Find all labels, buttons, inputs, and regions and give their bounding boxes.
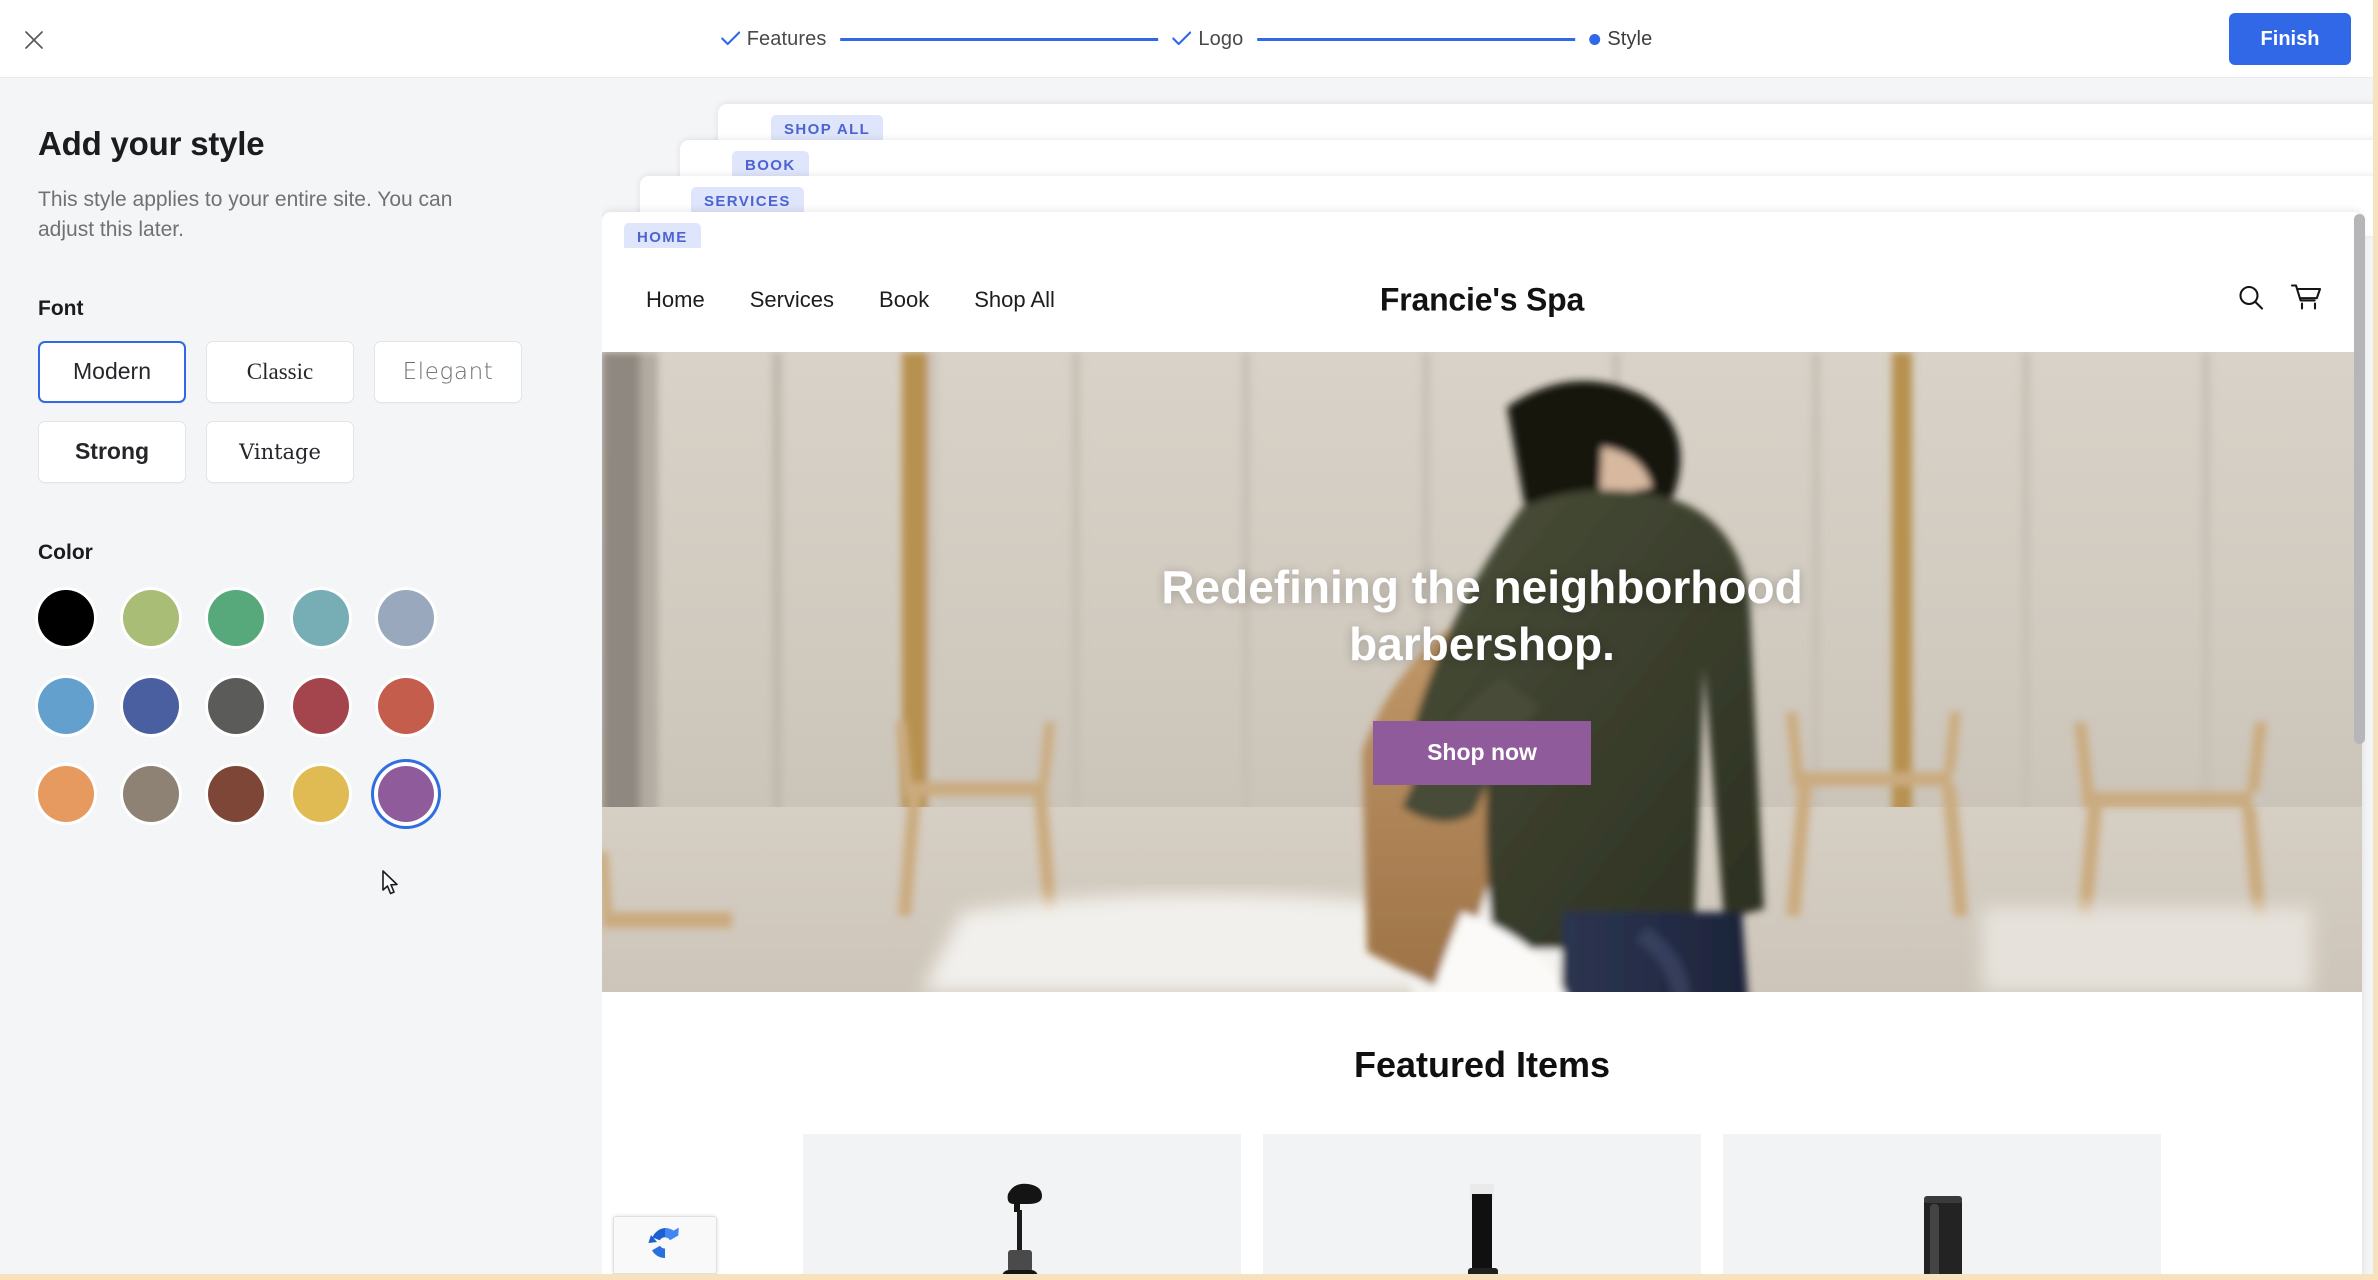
preview-scrollbar-thumb[interactable] (2354, 214, 2365, 744)
color-swatch-fill-crimson[interactable] (293, 677, 349, 734)
site-nav-link-book[interactable]: Book (879, 287, 929, 313)
color-swatch-fill-purple[interactable] (378, 765, 434, 822)
color-options (38, 585, 508, 827)
font-option-modern[interactable]: Modern (38, 340, 186, 403)
featured-items-title: Featured Items (1353, 1044, 1611, 1085)
featured-items-section: Featured Items (602, 992, 2362, 1274)
color-swatch-taupe[interactable] (123, 761, 208, 827)
page-title: Add your style (38, 125, 265, 162)
font-option-strong[interactable]: Strong (38, 420, 186, 483)
color-swatch-black[interactable] (38, 585, 123, 651)
product-card-3[interactable] (1723, 1134, 2161, 1274)
color-swatch-teal[interactable] (293, 585, 378, 651)
color-swatch-fill-charcoal[interactable] (208, 677, 264, 734)
site-brand-name: Francie's Spa (1379, 281, 1585, 318)
current-step-dot-icon (1589, 33, 1601, 45)
color-swatch-terracotta[interactable] (378, 673, 463, 739)
color-swatch-steel-blue[interactable] (378, 585, 463, 651)
color-swatch-olive-green[interactable] (123, 585, 208, 651)
page-tab-services[interactable]: SERVICES (691, 187, 804, 215)
site-nav-icons (2236, 283, 2322, 318)
product-image-2 (1468, 1184, 1498, 1274)
product-image-1 (1002, 1183, 1042, 1274)
color-swatch-crimson[interactable] (293, 673, 378, 739)
font-option-classic[interactable]: Classic (206, 340, 354, 403)
page-tab-shop-all[interactable]: SHOP ALL (771, 115, 884, 143)
progress-stepper: Features Logo Style (720, 24, 1653, 54)
site-nav-bar: Home Services Book Shop All Francie's Sp… (602, 248, 2362, 352)
color-swatch-charcoal[interactable] (208, 673, 293, 739)
top-bar: Features Logo Style Finish (0, 0, 2373, 78)
product-row (602, 1134, 2362, 1274)
font-section-label: Font (38, 296, 84, 320)
finish-button[interactable]: Finish (2229, 13, 2351, 65)
mouse-cursor-icon (378, 868, 404, 900)
close-button[interactable] (14, 20, 54, 60)
color-swatch-sky-blue[interactable] (38, 673, 123, 739)
color-swatch-fill-olive-green[interactable] (123, 589, 179, 646)
check-icon (1172, 29, 1192, 50)
color-swatch-jade-green[interactable] (208, 585, 293, 651)
shop-now-button[interactable]: Shop now (1373, 720, 1591, 785)
color-swatch-fill-teal[interactable] (293, 589, 349, 646)
color-swatch-fill-indigo[interactable] (123, 677, 179, 734)
step-label-style: Style (1607, 27, 1653, 50)
hero-content: Redefining the neighborhood barbershop. … (602, 352, 2362, 992)
check-icon (720, 29, 740, 50)
style-picker-screen: Features Logo Style Finish Add your styl… (0, 0, 2378, 1280)
search-icon[interactable] (2236, 283, 2266, 318)
color-swatch-indigo[interactable] (123, 673, 208, 739)
color-swatch-apricot[interactable] (38, 761, 123, 827)
color-swatch-fill-taupe[interactable] (123, 765, 179, 822)
color-swatch-fill-jade-green[interactable] (208, 589, 264, 646)
step-connector-1 (840, 37, 1159, 41)
panel-description: This style applies to your entire site. … (38, 188, 453, 241)
step-style[interactable]: Style (1589, 28, 1652, 51)
page-card-home[interactable]: HOME Home Services Book Shop All Francie… (602, 212, 2362, 1274)
product-image-3 (1924, 1196, 1962, 1274)
font-options: Modern Classic Elegant Strong Vintage (38, 340, 528, 483)
site-preview-area: SHOP ALL BOOK SERVICES HOME Home Service… (602, 78, 2373, 1274)
color-swatch-fill-steel-blue[interactable] (378, 589, 434, 646)
color-swatch-fill-apricot[interactable] (38, 765, 94, 822)
color-swatch-fill-chestnut[interactable] (208, 765, 264, 822)
color-swatch-fill-sky-blue[interactable] (38, 677, 94, 734)
color-section-label: Color (38, 540, 93, 564)
page-tab-home[interactable]: HOME (624, 223, 701, 251)
recaptcha-badge[interactable] (613, 1216, 717, 1274)
site-nav-link-shop-all[interactable]: Shop All (974, 287, 1055, 313)
close-icon (22, 28, 46, 52)
font-option-vintage[interactable]: Vintage (206, 420, 354, 483)
product-card-2[interactable] (1263, 1134, 1701, 1274)
color-swatch-fill-gold[interactable] (293, 765, 349, 822)
hero-headline: Redefining the neighborhood barbershop. (1161, 561, 1803, 670)
site-nav-link-services[interactable]: Services (750, 287, 834, 313)
style-settings-panel: Add your style This style applies to you… (0, 78, 602, 1274)
hero-section: Redefining the neighborhood barbershop. … (602, 352, 2362, 992)
font-option-elegant[interactable]: Elegant (374, 340, 522, 403)
page-tab-book[interactable]: BOOK (732, 151, 809, 179)
site-nav-link-home[interactable]: Home (646, 287, 705, 313)
step-features[interactable]: Features (720, 27, 827, 51)
product-card-1[interactable] (803, 1134, 1241, 1274)
preview-scrollbar-track[interactable] (2351, 78, 2367, 1274)
color-swatch-fill-black[interactable] (38, 589, 94, 646)
color-swatch-gold[interactable] (293, 761, 378, 827)
step-label-features: Features (746, 27, 827, 50)
site-nav-links: Home Services Book Shop All (646, 287, 1055, 313)
shopping-cart-icon[interactable] (2290, 283, 2322, 318)
step-logo[interactable]: Logo (1172, 28, 1243, 51)
site-preview: Home Services Book Shop All Francie's Sp… (602, 248, 2362, 1274)
color-swatch-chestnut[interactable] (208, 761, 293, 827)
recaptcha-icon (643, 1221, 687, 1270)
color-swatch-fill-terracotta[interactable] (378, 677, 434, 734)
step-connector-2 (1257, 37, 1576, 41)
step-label-logo: Logo (1198, 27, 1244, 50)
color-swatch-purple[interactable] (378, 761, 463, 827)
